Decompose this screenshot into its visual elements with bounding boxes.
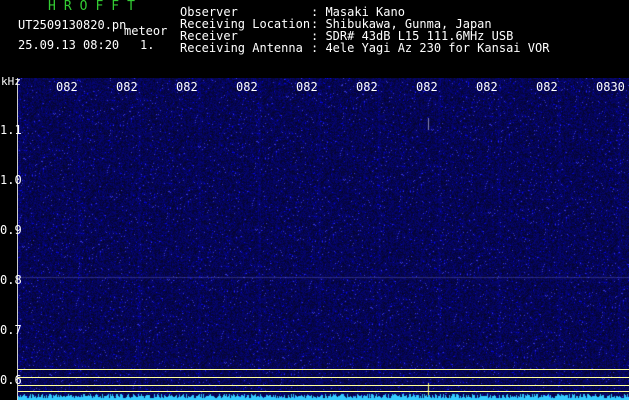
time-tick: 0830 bbox=[596, 80, 625, 94]
marker-line-1 bbox=[18, 369, 629, 370]
freq-tick: 1.1 bbox=[0, 123, 22, 137]
spectrogram-canvas bbox=[18, 78, 629, 400]
marker-line-3 bbox=[18, 385, 629, 386]
marker-line-4 bbox=[18, 391, 629, 392]
antenna-value: : 4ele Yagi Az 230 for Kansai VOR bbox=[311, 41, 550, 55]
freq-tick: 0.7 bbox=[0, 323, 22, 337]
count-label: 1. bbox=[140, 38, 155, 52]
spectrogram-waterfall bbox=[18, 78, 629, 400]
brand-title: HROFFT bbox=[48, 0, 143, 14]
freq-tick: 0.8 bbox=[0, 273, 22, 287]
time-tick: 082 bbox=[296, 80, 318, 94]
freq-tick: 0.6 bbox=[0, 373, 22, 387]
time-tick: 082 bbox=[236, 80, 258, 94]
datetime-label: 25.09.13 08:20 bbox=[18, 38, 120, 52]
time-tick: 082 bbox=[416, 80, 438, 94]
unit-label: kHz bbox=[1, 75, 21, 88]
antenna-label: Receiving Antenna bbox=[180, 41, 303, 55]
freq-tick: 0.9 bbox=[0, 223, 22, 237]
time-tick: 082 bbox=[116, 80, 138, 94]
time-tick: 082 bbox=[536, 80, 558, 94]
marker-line-2 bbox=[18, 377, 629, 378]
time-tick: 082 bbox=[176, 80, 198, 94]
time-tick: 082 bbox=[356, 80, 378, 94]
freq-tick: 1.0 bbox=[0, 173, 22, 187]
filename-label: UT2509130820.pn bbox=[18, 18, 127, 32]
meteor-label: meteor bbox=[124, 24, 168, 38]
time-tick: 082 bbox=[476, 80, 498, 94]
time-tick: 082 bbox=[56, 80, 78, 94]
header-panel: HROFFT UT2509130820.pn meteor 25.09.13 0… bbox=[0, 0, 629, 78]
